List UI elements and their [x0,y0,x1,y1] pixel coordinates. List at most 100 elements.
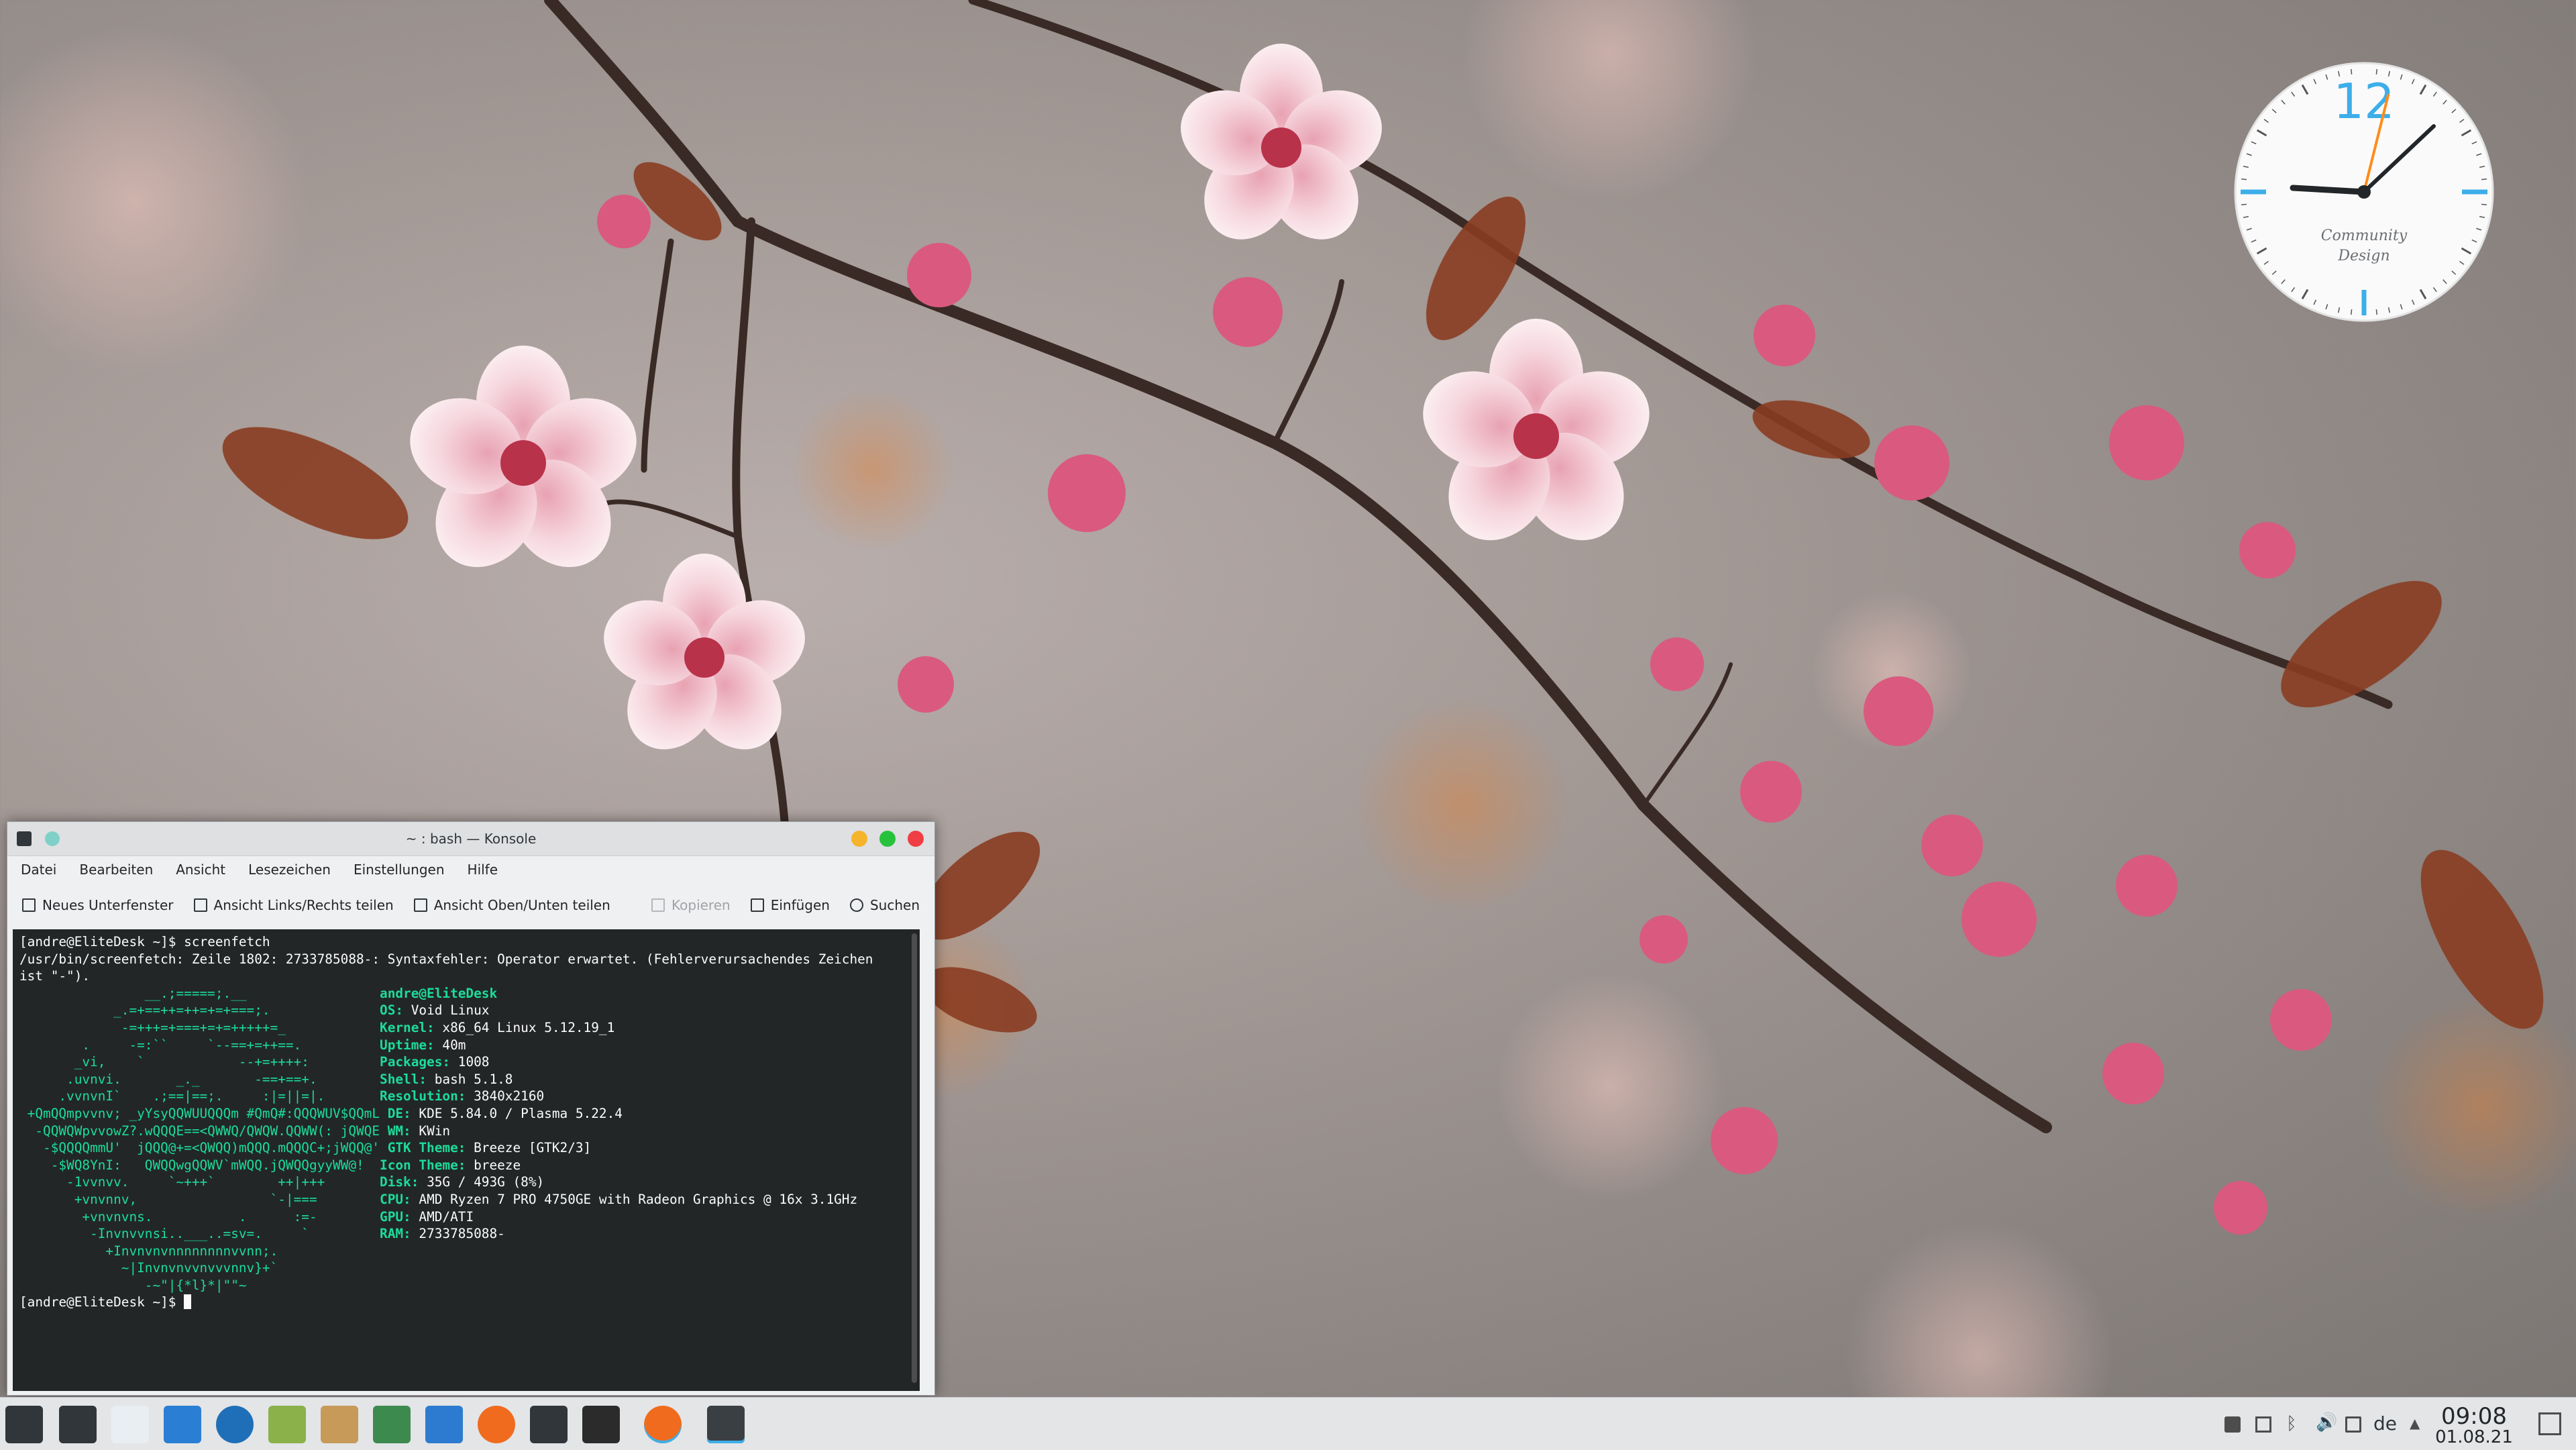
system-monitor-icon[interactable] [373,1406,411,1443]
minimize-button[interactable] [851,831,867,847]
search-button[interactable]: Suchen [849,897,920,913]
notes-tray-icon[interactable] [2255,1416,2271,1433]
info-value: AMD/ATI [411,1208,474,1225]
libreoffice-writer-icon[interactable] [164,1406,201,1443]
prompt: [andre@EliteDesk ~]$ [19,934,184,949]
menu-ansicht[interactable]: Ansicht [176,862,225,878]
new-tab-icon [22,898,36,912]
konsole-window[interactable]: ~ : bash — Konsole Datei Bearbeiten Ansi… [7,821,935,1396]
info-key: Packages: [380,1054,451,1070]
show-desktop-icon[interactable] [2538,1412,2561,1435]
ascii-logo-line: .uvnvi. _._ -==+==+. [19,1071,380,1087]
firefox-window-icon[interactable] [644,1406,682,1443]
info-key: Uptime: [380,1037,435,1053]
screenfetch-output: __.;=====;.__ andre@EliteDesk _.=+==++=+… [19,986,857,1293]
search-label: Suchen [869,897,920,913]
menu-einstellungen[interactable]: Einstellungen [354,862,445,878]
menu-datei[interactable]: Datei [21,862,56,878]
clipboard-tray-icon[interactable] [2224,1416,2241,1433]
digital-clock-date[interactable]: 01.08.21 [2432,1427,2516,1447]
digital-clock-time[interactable]: 09:08 [2432,1403,2516,1430]
new-tab-label: Neues Unterfenster [42,897,174,913]
info-value: 35G / 493G (8%) [419,1174,545,1190]
paste-icon [750,898,764,912]
keyboard-layout-indicator[interactable]: de [2373,1412,2397,1435]
paste-label: Einfügen [770,897,830,913]
info-key: Disk: [380,1174,419,1190]
split-top-bottom-button[interactable]: Ansicht Oben/Unten teilen [413,897,610,913]
terminal-icon[interactable] [59,1406,97,1443]
network-icon[interactable] [2345,1416,2361,1433]
info-value: breeze [466,1157,521,1173]
thunderbird-icon[interactable] [216,1406,254,1443]
ascii-logo-line: -$WQ8YnI: QWQQwgQQWV`mWQQ.jQWQQgyyWW@! [19,1157,380,1173]
info-key: RAM: [380,1226,411,1242]
window-title: ~ : bash — Konsole [405,831,537,847]
menu-bearbeiten[interactable]: Bearbeiten [79,862,153,878]
clock-tick [2481,178,2487,180]
konsole-window-icon[interactable] [707,1406,745,1443]
ascii-logo-line: _vi, ` --+=++++: [19,1054,380,1070]
ascii-logo-line: .vvnvnI` .;==|==;. :|=||=|. [19,1088,380,1104]
error-line-2: ist "-"). [19,968,91,984]
ascii-logo-line: -=+++=+===+=+=+++++=_ [19,1019,380,1035]
volume-icon[interactable]: 🔊 [2316,1412,2337,1433]
analog-clock-widget[interactable]: 12 Community Design [2233,60,2496,323]
kde-connect-icon[interactable] [268,1406,306,1443]
file-manager-icon[interactable] [111,1406,149,1443]
info-key: OS: [380,1002,404,1019]
ascii-logo-line: +vnvnnv, `-|=== [19,1191,380,1207]
bluetooth-icon[interactable]: ᛒ [2286,1414,2302,1434]
clock-label-design: Design [2337,248,2390,264]
info-key: Resolution: [380,1088,466,1104]
ascii-logo-line: +vnvnvns. . :=- [19,1208,380,1225]
ascii-logo-line: ~|Invnvnvvnvvvnnv}+` [19,1260,380,1276]
tray-expand-icon[interactable]: ▲ [2410,1415,2426,1431]
search-icon [849,898,863,912]
window-titlebar[interactable]: ~ : bash — Konsole [7,822,934,856]
menu-hilfe[interactable]: Hilfe [468,862,498,878]
info-value: 40m [434,1037,466,1053]
close-button[interactable] [908,831,924,847]
taskbar: ᛒ 🔊 de ▲ 09:08 01.08.21 [0,1397,2576,1450]
info-value: 2733785088- [411,1226,505,1242]
ascii-logo-line: -Invnvvnsi..___..=sv=. ` [19,1226,380,1242]
paste-button[interactable]: Einfügen [750,897,830,913]
ascii-logo-line: +QmQQmpvvnv; _yYsyQQWUUQQQm #QmQ#:QQQWUV… [19,1105,388,1121]
split-top-bottom-label: Ansicht Oben/Unten teilen [433,897,610,913]
info-key: Shell: [380,1071,427,1087]
settings-icon[interactable] [530,1406,568,1443]
ascii-logo-line: -QQWQWpvvowZ?.wQQQE==<QWWQ/QWQW.QQWW(: j… [19,1123,388,1139]
firefox-icon[interactable] [478,1406,515,1443]
prompt-2: [andre@EliteDesk ~]$ [19,1294,184,1310]
info-key: Icon Theme: [380,1157,466,1173]
application-launcher-icon[interactable] [5,1406,43,1443]
split-left-right-button[interactable]: Ansicht Links/Rechts teilen [193,897,394,913]
archive-icon[interactable] [321,1406,358,1443]
copy-button[interactable]: Kopieren [651,897,731,913]
terminal-scrollbar[interactable] [912,933,917,1383]
info-user: andre@EliteDesk [380,985,498,1001]
menu-lesezeichen[interactable]: Lesezeichen [248,862,331,878]
clock-label-community: Community [2321,227,2408,244]
maximize-button[interactable] [879,831,896,847]
info-key: GTK Theme: [387,1140,466,1156]
folder-icon[interactable] [425,1406,463,1443]
error-line-1: /usr/bin/screenfetch: Zeile 1802: 273378… [19,951,873,967]
info-value: AMD Ryzen 7 PRO 4750GE with Radeon Graph… [411,1191,858,1207]
info-key: CPU: [380,1191,411,1207]
info-value: 1008 [450,1054,490,1070]
ascii-logo-line: -1vvnvv. `~+++` ++|+++ [19,1174,380,1190]
mediathekview-icon[interactable] [582,1406,620,1443]
clock-tick [2481,203,2487,205]
new-tab-button[interactable]: Neues Unterfenster [22,897,174,913]
split-left-right-icon [193,898,207,912]
info-key: DE: [387,1105,411,1121]
info-value: Void Linux [403,1002,490,1019]
ascii-logo-line: +Invnvnvnnnnnnnnvvnn;. [19,1243,380,1259]
ascii-logo-line: -$QQQQmmU' jQQQ@+=<QWQQ)mQQQ.mQQQC+;jWQQ… [19,1140,388,1156]
terminal-output[interactable]: [andre@EliteDesk ~]$ screenfetch /usr/bi… [13,929,920,1391]
info-value: bash 5.1.8 [427,1071,513,1087]
info-key: Kernel: [380,1019,435,1035]
clock-tick [2351,309,2353,315]
